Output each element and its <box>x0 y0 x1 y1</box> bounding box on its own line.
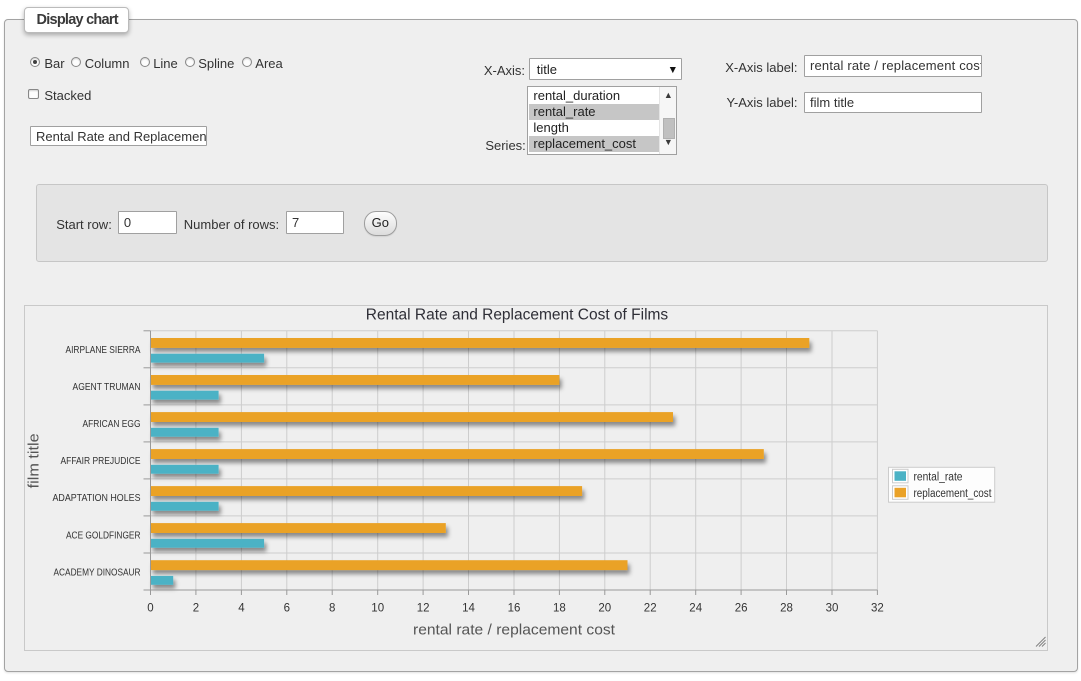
svg-text:24: 24 <box>689 602 702 614</box>
svg-text:6: 6 <box>283 602 289 614</box>
svg-text:ACE GOLDFINGER: ACE GOLDFINGER <box>66 529 141 541</box>
svg-text:rental rate / replacement cost: rental rate / replacement cost <box>413 621 616 638</box>
svg-text:AFFAIR PREJUDICE: AFFAIR PREJUDICE <box>60 455 140 467</box>
svg-text:22: 22 <box>643 602 656 614</box>
svg-text:Rental Rate and Replacement Co: Rental Rate and Replacement Cost of Film… <box>365 306 668 323</box>
svg-text:AIRPLANE SIERRA: AIRPLANE SIERRA <box>65 344 140 356</box>
svg-text:0: 0 <box>147 602 153 614</box>
svg-text:AGENT TRUMAN: AGENT TRUMAN <box>72 381 140 393</box>
svg-text:film title: film title <box>25 433 42 488</box>
svg-text:28: 28 <box>780 602 793 614</box>
svg-text:30: 30 <box>825 602 838 614</box>
svg-text:2: 2 <box>192 602 198 614</box>
svg-text:8: 8 <box>328 602 334 614</box>
svg-text:rental_rate: rental_rate <box>913 471 962 483</box>
svg-text:16: 16 <box>507 602 520 614</box>
svg-text:ACADEMY DINOSAUR: ACADEMY DINOSAUR <box>53 566 140 578</box>
svg-text:10: 10 <box>371 602 384 614</box>
svg-text:32: 32 <box>871 602 884 614</box>
svg-text:18: 18 <box>553 602 566 614</box>
svg-text:ADAPTATION HOLES: ADAPTATION HOLES <box>52 492 140 504</box>
svg-text:12: 12 <box>416 602 429 614</box>
svg-text:20: 20 <box>598 602 611 614</box>
svg-text:AFRICAN EGG: AFRICAN EGG <box>82 418 140 430</box>
svg-text:4: 4 <box>238 602 245 614</box>
svg-text:26: 26 <box>734 602 747 614</box>
svg-text:replacement_cost: replacement_cost <box>913 487 992 499</box>
svg-text:14: 14 <box>462 602 475 614</box>
